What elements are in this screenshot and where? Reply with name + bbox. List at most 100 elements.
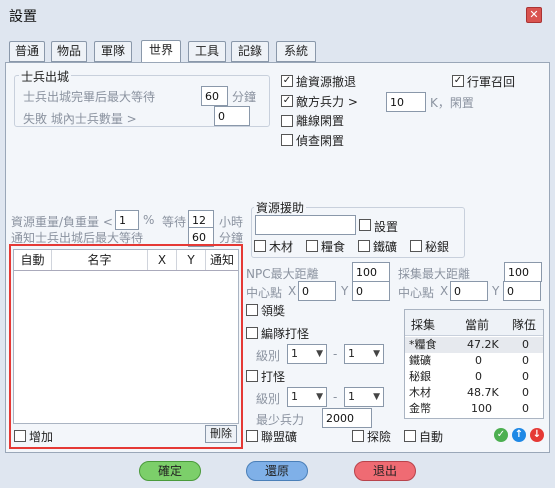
auto-label: 自動	[419, 430, 444, 444]
aid-mithril-label: 秘銀	[425, 240, 450, 254]
gather-y-input[interactable]	[503, 281, 541, 301]
enemy-force-unit: K，閑置	[430, 96, 474, 110]
stats-team: 0	[522, 402, 529, 415]
tab-army[interactable]: 軍隊	[94, 41, 132, 62]
col-notify[interactable]: 通知	[206, 250, 238, 270]
aid-iron-checkbox[interactable]	[358, 240, 370, 252]
fight-from-value: 1	[291, 390, 298, 403]
aid-food-checkbox[interactable]	[306, 240, 318, 252]
stats-name: 金幣	[409, 402, 431, 415]
auto-checkbox[interactable]	[404, 430, 416, 442]
stats-row: *糧食 47.2K 0	[405, 337, 543, 353]
max-wait-input[interactable]	[201, 86, 228, 106]
col-auto[interactable]: 自動	[14, 250, 52, 270]
gather-y-label: Y	[492, 284, 500, 298]
gather-max-dist-input[interactable]	[504, 262, 542, 282]
team-fight-to-select[interactable]: 1 ▼	[344, 344, 384, 364]
aid-food-label: 糧食	[321, 240, 346, 254]
march-recall-checkbox[interactable]: ✓	[452, 75, 464, 87]
resource-weight-input[interactable]	[115, 210, 139, 230]
aid-wood-checkbox[interactable]	[254, 240, 266, 252]
exit-button[interactable]: 退出	[354, 461, 416, 481]
enemy-force-input[interactable]	[386, 92, 426, 112]
arrow-up-icon[interactable]: ↑	[512, 428, 526, 442]
col-y[interactable]: Y	[177, 250, 206, 270]
alliance-mine-checkbox[interactable]	[246, 430, 258, 442]
stats-name: 秘銀	[409, 370, 431, 383]
col-x[interactable]: X	[148, 250, 177, 270]
stats-col-team: 隊伍	[512, 318, 537, 332]
add-label: 增加	[29, 430, 54, 444]
gather-x-input[interactable]	[450, 281, 488, 301]
fight-to-value: 1	[348, 390, 355, 403]
npc-x-label: X	[288, 284, 297, 298]
stats-row: 秘銀 0 0	[405, 369, 543, 385]
claim-reward-checkbox[interactable]	[246, 304, 258, 316]
claim-reward-label: 領獎	[261, 304, 286, 318]
aid-iron-label: 鐵礦	[373, 240, 398, 254]
grab-resources-checkbox[interactable]: ✓	[281, 75, 293, 87]
table-header: 自動 名字 X Y 通知	[14, 250, 238, 271]
tab-general[interactable]: 普通	[9, 41, 45, 62]
fight-from-select[interactable]: 1 ▼	[287, 387, 327, 407]
tab-system[interactable]: 系統	[276, 41, 316, 62]
target-table[interactable]: 自動 名字 X Y 通知	[13, 249, 239, 424]
enemy-force-label: 敵方兵力 >	[296, 95, 358, 109]
min-force-label: 最少兵力	[256, 413, 305, 427]
aid-mithril-checkbox[interactable]	[410, 240, 422, 252]
npc-y-label: Y	[341, 284, 349, 298]
offline-idle-checkbox[interactable]	[281, 115, 293, 127]
march-recall-label: 行軍召回	[467, 75, 516, 89]
chevron-down-icon: ▼	[316, 392, 323, 402]
chevron-down-icon: ▼	[316, 349, 323, 359]
tab-world[interactable]: 世界	[141, 40, 181, 63]
close-icon[interactable]: ✕	[526, 7, 542, 23]
fight-label: 打怪	[261, 370, 286, 384]
resource-aid-title: 資源援助	[254, 199, 307, 216]
enemy-force-checkbox[interactable]: ✓	[281, 95, 293, 107]
min-force-input[interactable]	[322, 408, 372, 428]
resource-aid-setting-checkbox[interactable]	[359, 219, 371, 231]
resource-aid-input[interactable]	[255, 215, 356, 235]
aid-wood-label: 木材	[269, 240, 294, 254]
fail-input[interactable]	[214, 106, 250, 126]
stats-current: 48.7K	[467, 386, 499, 399]
soldier-group-title: 士兵出城	[19, 68, 72, 85]
team-fight-from-select[interactable]: 1 ▼	[287, 344, 327, 364]
stats-current: 100	[471, 402, 492, 415]
team-fight-dash: -	[333, 347, 338, 361]
tab-tools[interactable]: 工具	[188, 41, 226, 62]
team-fight-label: 編隊打怪	[261, 327, 310, 341]
npc-x-input[interactable]	[298, 281, 336, 301]
resource-weight-unit: %	[143, 213, 155, 227]
explore-checkbox[interactable]	[352, 430, 364, 442]
npc-y-input[interactable]	[352, 281, 390, 301]
max-wait-label: 士兵出城完畢后最大等待	[23, 90, 156, 104]
explore-label: 探險	[367, 430, 392, 444]
stats-current: 0	[475, 370, 482, 383]
confirm-button[interactable]: 確定	[139, 461, 201, 481]
team-fight-level-label: 級別	[256, 349, 281, 363]
team-fight-checkbox[interactable]	[246, 327, 258, 339]
scout-idle-checkbox[interactable]	[281, 134, 293, 146]
check-icon[interactable]: ✓	[494, 428, 508, 442]
max-wait-unit: 分鐘	[232, 90, 257, 104]
stats-name: *糧食	[409, 338, 437, 351]
npc-max-dist-input[interactable]	[352, 262, 390, 282]
fight-level-label: 級別	[256, 392, 281, 406]
gather-x-label: X	[440, 284, 449, 298]
tab-records[interactable]: 記錄	[231, 41, 269, 62]
restore-button[interactable]: 還原	[246, 461, 308, 481]
col-name[interactable]: 名字	[52, 250, 148, 270]
wait-unit: 小時	[219, 215, 244, 229]
delete-button[interactable]: 刪除	[205, 425, 237, 443]
fight-to-select[interactable]: 1 ▼	[344, 387, 384, 407]
stats-row: 木材 48.7K 0	[405, 385, 543, 401]
fight-checkbox[interactable]	[246, 370, 258, 382]
fight-dash: -	[333, 390, 338, 404]
tab-items[interactable]: 物品	[51, 41, 87, 62]
stats-team: 0	[522, 386, 529, 399]
stats-col-current: 當前	[465, 318, 490, 332]
add-checkbox[interactable]	[14, 430, 26, 442]
arrow-down-icon[interactable]: ↓	[530, 428, 544, 442]
